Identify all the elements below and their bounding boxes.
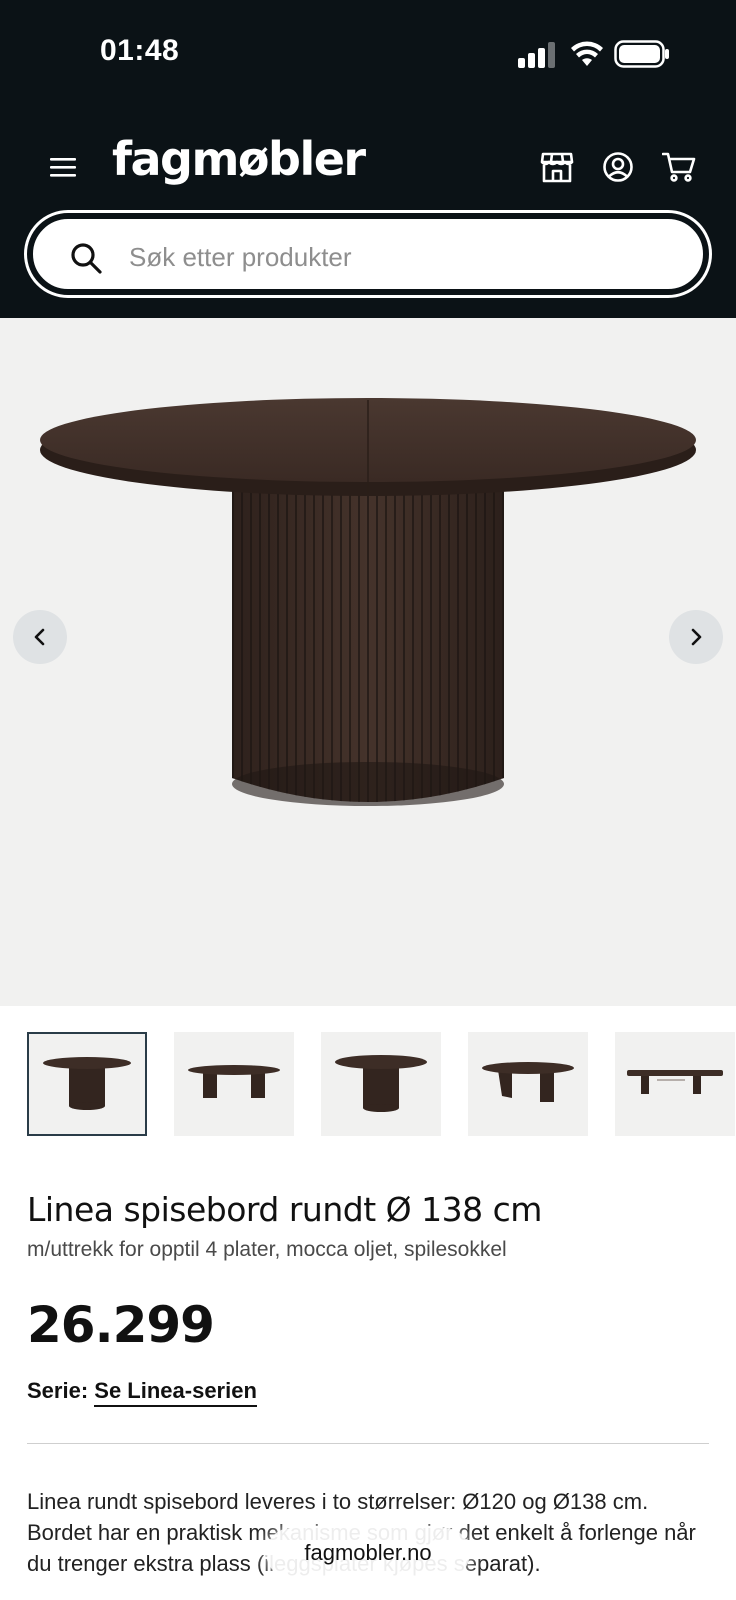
- series-label: Serie:: [27, 1378, 89, 1403]
- search-field-container[interactable]: [31, 217, 705, 291]
- store-icon: [540, 152, 574, 183]
- thumbnail-1[interactable]: [27, 1032, 147, 1136]
- series-link[interactable]: Se Linea-serien: [94, 1378, 257, 1407]
- thumbnail-5[interactable]: [615, 1032, 735, 1136]
- search-input[interactable]: [129, 231, 689, 283]
- divider: [27, 1443, 709, 1444]
- store-button[interactable]: [538, 148, 576, 186]
- thumbnail-image: [43, 1057, 131, 1110]
- cart-button[interactable]: [660, 148, 698, 186]
- status-time: 01:48: [100, 34, 180, 67]
- thumbnail-image: [482, 1062, 574, 1102]
- search-bar: [24, 210, 712, 298]
- cart-icon: [662, 152, 696, 182]
- thumbnail-image: [188, 1065, 280, 1098]
- product-price: 26.299: [27, 1296, 215, 1354]
- browser-url-pill[interactable]: fagmobler.no: [266, 1528, 470, 1578]
- account-icon: [603, 152, 633, 182]
- battery-icon: [614, 40, 669, 68]
- product-title: Linea spisebord rundt Ø 138 cm: [27, 1190, 542, 1229]
- search-icon: [71, 243, 102, 274]
- product-series: Serie: Se Linea-serien: [27, 1378, 257, 1407]
- chevron-right-icon: [691, 628, 702, 646]
- thumbnail-strip: [0, 1032, 736, 1138]
- menu-icon: [50, 158, 76, 177]
- product-image[interactable]: [0, 318, 736, 1006]
- gallery-next-button[interactable]: [669, 610, 723, 664]
- thumbnail-3[interactable]: [321, 1032, 441, 1136]
- chevron-left-icon: [34, 628, 45, 646]
- menu-button[interactable]: [46, 150, 80, 184]
- wifi-icon: [571, 41, 603, 66]
- cellular-signal-icon: [518, 42, 555, 68]
- account-button[interactable]: [599, 148, 637, 186]
- product-subtitle: m/uttrekk for opptil 4 plater, mocca olj…: [27, 1238, 507, 1261]
- thumbnail-image: [627, 1070, 723, 1094]
- product-image-gallery: [0, 318, 736, 1006]
- thumbnail-image: [335, 1055, 427, 1112]
- gallery-prev-button[interactable]: [13, 610, 67, 664]
- thumbnail-2[interactable]: [174, 1032, 294, 1136]
- brand-logo[interactable]: fagmøbler: [112, 132, 366, 186]
- thumbnail-4[interactable]: [468, 1032, 588, 1136]
- status-indicators: [518, 38, 678, 70]
- app-header: 01:48 fagmøbler: [0, 0, 736, 318]
